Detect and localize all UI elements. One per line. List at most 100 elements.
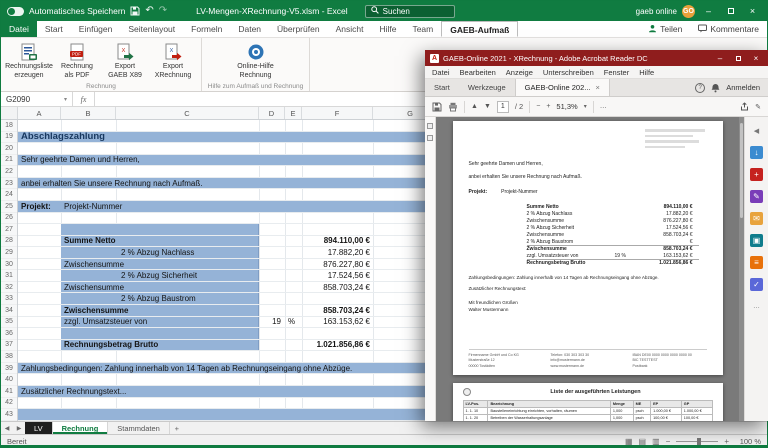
zoom-out-icon[interactable]: − [536,103,540,110]
menu-datei[interactable]: Datei [432,68,450,77]
ribbon-tab-team[interactable]: Team [404,21,441,37]
sheet-nav-left-icon[interactable]: ◀ [1,422,13,434]
row-number[interactable]: 37 [1,340,17,352]
create-pdf-icon[interactable]: + [750,168,763,181]
ribbon-button-rechnungsliste-erzeugen[interactable]: Rechnungsliste erzeugen [5,40,53,81]
zoom-slider-knob[interactable] [697,437,702,445]
redo-icon[interactable]: ↷ [159,1,167,21]
ribbon-button-online-hilfe-rechnung[interactable]: Online-Hilfe Rechnung [232,40,280,81]
close-tab-icon[interactable]: × [596,83,600,92]
row-number[interactable]: 27 [1,224,17,236]
row-number[interactable]: 36 [1,328,17,340]
acrobat-minimize-button[interactable]: – [713,54,727,63]
zoom-slider[interactable] [676,437,719,445]
ribbon-tab-formeln[interactable]: Formeln [183,21,230,37]
row-number[interactable]: 28 [1,236,17,248]
ribbon-button-rechnung-als-pdf[interactable]: PDF Rechnung als PDF [53,40,101,81]
acrobat-close-button[interactable]: × [749,54,763,63]
column-header-e[interactable]: E [285,107,302,119]
row-number[interactable]: 40 [1,374,17,386]
menu-hilfe[interactable]: Hilfe [639,68,654,77]
acrobat-tab-werkzeuge[interactable]: Werkzeuge [459,79,515,96]
ribbon-tab-start[interactable]: Start [37,21,71,37]
acrobat-restore-button[interactable] [731,54,745,63]
column-header-f[interactable]: F [302,107,373,119]
row-number[interactable]: 33 [1,293,17,305]
close-button[interactable]: × [744,1,761,21]
row-number[interactable]: 29 [1,247,17,259]
acrobat-tab-gaeb-online-202[interactable]: GAEB-Online 202... × [514,79,610,96]
search-box[interactable]: Suchen [364,4,455,18]
save-icon[interactable] [432,102,442,112]
comment-icon[interactable]: ✉ [750,212,763,225]
collapse-tools-pane-icon[interactable]: ◀ [750,124,763,137]
row-number[interactable]: 25 [1,201,17,213]
ribbon-tab-einf-gen[interactable]: Einfügen [71,21,121,37]
select-all-corner[interactable] [1,107,18,119]
menu-unterschreiben[interactable]: Unterschreiben [543,68,594,77]
fill-sign-icon[interactable]: ✓ [750,278,763,291]
sheet-nav-right-icon[interactable]: ▶ [13,422,25,434]
save-icon[interactable] [130,6,140,16]
share-button[interactable]: Teilen [640,21,690,37]
sign-in-button[interactable]: Anmelden [726,83,768,92]
fx-icon[interactable]: fx [73,92,95,106]
row-number[interactable]: 21 [1,155,17,167]
row-number[interactable]: 24 [1,189,17,201]
bookmarks-icon[interactable] [427,135,433,141]
zoom-dropdown-icon[interactable]: ▾ [584,103,587,110]
row-number[interactable]: 32 [1,282,17,294]
maximize-button[interactable] [722,1,739,21]
notifications-icon[interactable] [711,83,720,93]
sign-pen-icon[interactable]: ✎ [755,103,761,111]
more-options-icon[interactable]: … [600,103,607,110]
ribbon-button-export-gaeb-x89[interactable]: X Export GAEB X89 [101,40,149,81]
row-number[interactable]: 43 [1,409,17,421]
page-thumbnails-icon[interactable] [427,123,433,129]
edit-pdf-icon[interactable]: ✎ [750,190,763,203]
zoom-in-icon[interactable]: + [546,103,550,110]
column-header-c[interactable]: C [116,107,259,119]
next-page-icon[interactable]: ▼ [484,103,491,110]
row-number[interactable]: 34 [1,305,17,317]
sheet-tab-stammdaten[interactable]: Stammdaten [108,422,170,434]
name-box-dropdown-icon[interactable]: ▾ [64,96,67,103]
ribbon-tab-berpr-fen[interactable]: Überprüfen [269,21,328,37]
row-number[interactable]: 19 [1,132,17,144]
add-sheet-button[interactable]: + [170,422,184,434]
pdf-pages[interactable]: Sehr geehrte Damen und Herren, anbei erh… [436,117,739,421]
combine-files-icon[interactable]: ▣ [750,234,763,247]
ribbon-tab-gaeb-aufma[interactable]: GAEB-Aufmaß [441,21,519,37]
ribbon-tab-ansicht[interactable]: Ansicht [328,21,372,37]
row-number[interactable]: 41 [1,386,17,398]
row-number[interactable]: 31 [1,270,17,282]
print-icon[interactable] [448,102,458,112]
name-box[interactable]: G2090 ▾ [1,92,73,106]
acrobat-tab-start[interactable]: Start [425,79,459,96]
row-number[interactable]: 22 [1,166,17,178]
comments-button[interactable]: Kommentare [690,21,767,37]
autosave-toggle[interactable] [7,6,24,16]
row-number[interactable]: 42 [1,398,17,410]
avatar[interactable]: GO [682,4,695,18]
page-number-input[interactable]: 1 [496,100,509,113]
organize-pages-icon[interactable]: ≡ [750,256,763,269]
share-icon[interactable] [740,102,749,111]
ribbon-button-export-xrechnung[interactable]: X Export XRechnung [149,40,197,81]
row-number[interactable]: 38 [1,351,17,363]
column-header-a[interactable]: A [18,107,61,119]
menu-fenster[interactable]: Fenster [604,68,629,77]
ribbon-tab-hilfe[interactable]: Hilfe [371,21,404,37]
row-number[interactable]: 35 [1,317,17,329]
row-number[interactable]: 20 [1,143,17,155]
column-header-b[interactable]: B [61,107,116,119]
more-tools-icon[interactable]: … [750,300,763,313]
export-pdf-icon[interactable]: ↓ [750,146,763,159]
ribbon-tab-seitenlayout[interactable]: Seitenlayout [120,21,183,37]
column-header-d[interactable]: D [259,107,285,119]
sheet-tab-lv[interactable]: LV [25,422,53,434]
row-number[interactable]: 26 [1,213,17,225]
ribbon-tab-daten[interactable]: Daten [230,21,269,37]
row-number[interactable]: 23 [1,178,17,190]
sheet-tab-rechnung[interactable]: Rechnung [52,422,109,434]
